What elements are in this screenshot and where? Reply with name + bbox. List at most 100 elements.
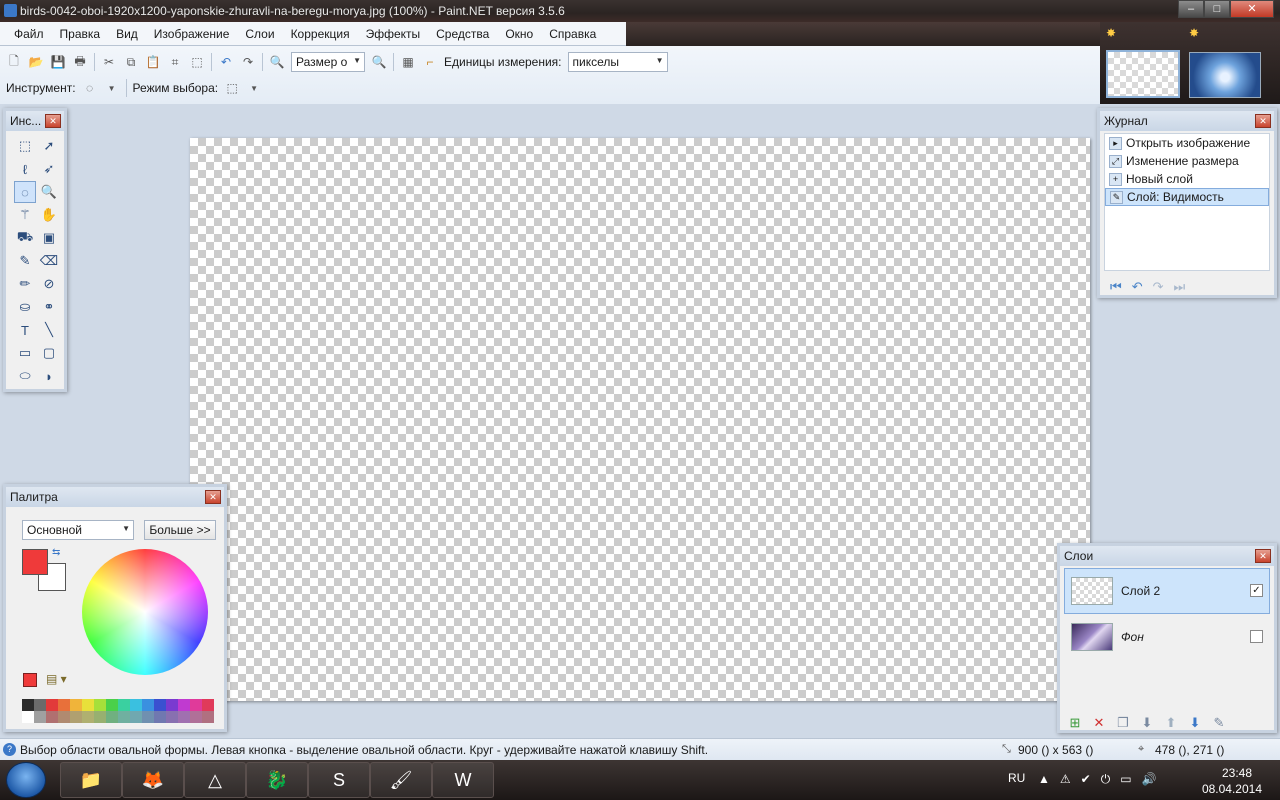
rounded-rectangle-tool-icon[interactable]: ▢ — [38, 342, 60, 364]
aimp-icon[interactable]: △ — [184, 762, 246, 798]
skype-icon[interactable]: S — [308, 762, 370, 798]
close-icon[interactable]: ✕ — [1255, 549, 1271, 563]
image-tab-other[interactable] — [1189, 52, 1261, 98]
display-icon[interactable]: ▭ — [1120, 772, 1131, 787]
app-icon[interactable]: 🐉 — [246, 762, 308, 798]
rectangle-select-tool-icon[interactable]: ⬚ — [14, 135, 36, 157]
color-swatch[interactable] — [190, 711, 202, 723]
redo-icon[interactable]: ↷ — [1153, 279, 1164, 295]
maximize-button[interactable]: □ — [1204, 0, 1230, 18]
layer-visibility-checkbox[interactable]: ✓ — [1250, 584, 1263, 597]
zoom-out-icon[interactable]: 🔍 — [269, 54, 285, 70]
close-icon[interactable]: ✕ — [45, 114, 61, 128]
color-swatch[interactable] — [58, 699, 70, 711]
color-swatch[interactable] — [190, 699, 202, 711]
clone-stamp-tool-icon[interactable]: ⛀ — [14, 296, 36, 318]
word-icon[interactable]: W — [432, 762, 494, 798]
power-icon[interactable]: ⏻ — [1101, 772, 1111, 787]
volume-icon[interactable]: 🔊 — [1142, 772, 1157, 787]
color-swatch[interactable] — [34, 699, 46, 711]
color-swatch[interactable] — [130, 699, 142, 711]
add-layer-icon[interactable]: ⊞ — [1066, 714, 1084, 732]
menu-image[interactable]: Изображение — [154, 27, 230, 41]
cut-icon[interactable]: ✂ — [101, 54, 117, 70]
recolor-tool-icon[interactable]: ⚭ — [38, 296, 60, 318]
menu-edit[interactable]: Правка — [60, 27, 101, 41]
paintnet-icon[interactable]: 🖌 — [370, 762, 432, 798]
chevron-down-icon[interactable]: ▼ — [104, 80, 120, 96]
palette-mode-select[interactable]: Основной ▼ — [22, 520, 134, 540]
move-selected-tool-icon[interactable]: ➚ — [38, 135, 60, 157]
redo-icon[interactable]: ↷ — [240, 54, 256, 70]
history-item[interactable]: ▸ Открыть изображение — [1105, 134, 1269, 152]
menu-adjustments[interactable]: Коррекция — [291, 27, 350, 41]
security-icon[interactable]: ✔ — [1081, 772, 1091, 787]
menu-window[interactable]: Окно — [505, 27, 533, 41]
chevron-down-icon[interactable]: ▼ — [246, 80, 262, 96]
new-image-icon[interactable]: 🗋 — [6, 54, 22, 70]
freeform-shape-tool-icon[interactable]: ◗ — [38, 365, 60, 387]
delete-layer-icon[interactable]: ✕ — [1090, 714, 1108, 732]
lasso-select-tool-icon[interactable]: ℓ — [14, 158, 36, 180]
color-swatch[interactable] — [202, 711, 214, 723]
color-swatch[interactable] — [154, 699, 166, 711]
close-icon[interactable]: ✕ — [1255, 114, 1271, 128]
color-picker-tool-icon[interactable]: ⊘ — [38, 273, 60, 295]
color-swatch[interactable] — [34, 711, 46, 723]
color-swatch[interactable] — [82, 699, 94, 711]
color-swatch[interactable] — [154, 711, 166, 723]
color-swatch[interactable] — [106, 711, 118, 723]
color-swatch[interactable] — [178, 711, 190, 723]
selection-mode-icon[interactable]: ⬚ — [224, 80, 240, 96]
ellipse-tool-icon[interactable]: ⬭ — [14, 365, 36, 387]
paste-icon[interactable]: 📋 — [145, 54, 161, 70]
units-select[interactable]: пикселы ▼ — [567, 52, 668, 72]
color-swatch[interactable] — [22, 711, 34, 723]
color-swatch[interactable] — [70, 711, 82, 723]
color-swatch[interactable] — [178, 699, 190, 711]
color-swatch[interactable] — [142, 711, 154, 723]
menu-file[interactable]: Файл — [14, 27, 44, 41]
ellipse-select-tool-icon[interactable]: ◌ — [14, 181, 36, 203]
color-swatch[interactable] — [118, 699, 130, 711]
color-swatch[interactable] — [46, 711, 58, 723]
swap-colors-icon[interactable]: ⇆ — [52, 547, 60, 558]
grid-icon[interactable]: ▦ — [400, 54, 416, 70]
history-item-selected[interactable]: ✎ Слой: Видимость — [1105, 188, 1269, 206]
explorer-icon[interactable]: 📁 — [60, 762, 122, 798]
color-swatch[interactable] — [58, 711, 70, 723]
network-warning-icon[interactable]: ⚠ — [1060, 772, 1071, 787]
text-tool-icon[interactable]: T — [14, 319, 36, 341]
paintbrush-tool-icon[interactable]: ✎ — [14, 250, 36, 272]
minimize-button[interactable]: – — [1178, 0, 1204, 18]
line-curve-tool-icon[interactable]: ╲ — [38, 319, 60, 341]
open-icon[interactable]: 📂 — [28, 54, 44, 70]
language-indicator[interactable]: RU — [1008, 771, 1025, 785]
color-swatch[interactable] — [70, 699, 82, 711]
undo-icon[interactable]: ↶ — [1132, 279, 1143, 295]
layer-properties-icon[interactable]: ✎ — [1210, 714, 1228, 732]
color-swatch[interactable] — [94, 699, 106, 711]
duplicate-layer-icon[interactable]: ❐ — [1114, 714, 1132, 732]
more-button[interactable]: Больше >> — [144, 520, 216, 540]
rectangle-tool-icon[interactable]: ▭ — [14, 342, 36, 364]
palette-menu-icon[interactable]: ▤ ▾ — [46, 672, 67, 686]
rewind-icon[interactable]: ⏮ — [1110, 279, 1122, 295]
color-swatch[interactable] — [46, 699, 58, 711]
start-button[interactable] — [6, 762, 46, 798]
gradient-tool-icon[interactable]: ▣ — [38, 227, 60, 249]
color-swatch[interactable] — [106, 699, 118, 711]
firefox-icon[interactable]: 🦊 — [122, 762, 184, 798]
primary-color-swatch[interactable] — [22, 549, 48, 575]
image-tab-current[interactable] — [1106, 50, 1180, 98]
add-to-palette-button[interactable] — [23, 673, 37, 687]
pencil-tool-icon[interactable]: ✏ — [14, 273, 36, 295]
menu-effects[interactable]: Эффекты — [366, 27, 421, 41]
color-swatch[interactable] — [166, 699, 178, 711]
move-layer-down-icon[interactable]: ⬇ — [1186, 714, 1204, 732]
menu-utilities[interactable]: Средства — [436, 27, 489, 41]
color-swatch[interactable] — [166, 711, 178, 723]
color-swatch[interactable] — [202, 699, 214, 711]
zoom-select[interactable]: Размер о ▼ — [291, 52, 365, 72]
deselect-icon[interactable]: ⬚ — [189, 54, 205, 70]
